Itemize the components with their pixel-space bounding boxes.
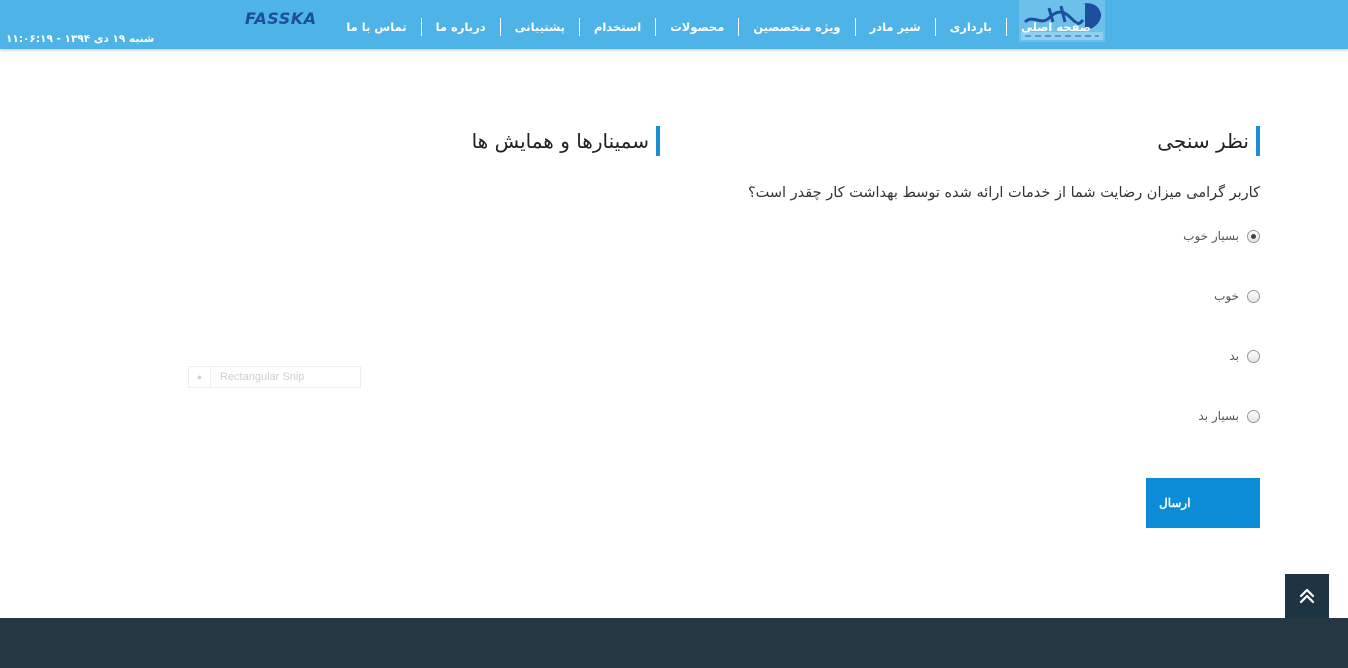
option-label: بسیار خوب xyxy=(1183,229,1239,243)
rectangular-snip-overlay[interactable]: ● Rectangular Snip xyxy=(188,366,361,388)
nav-item-contact[interactable]: تماس با ما xyxy=(332,17,420,37)
submit-button[interactable]: ارسال xyxy=(1146,478,1260,528)
poll-option-good[interactable]: خوب xyxy=(1214,289,1260,303)
poll-option-very-good[interactable]: بسیار خوب xyxy=(1183,229,1260,243)
nav-item-specialists[interactable]: ویژه متخصصین xyxy=(739,17,854,37)
nav-separator xyxy=(655,18,657,36)
option-label: خوب xyxy=(1214,289,1239,303)
snip-icon: ● xyxy=(189,367,211,387)
nav-separator xyxy=(934,18,936,36)
main-nav: صفحه اصلی بارداری شیر مادر ویژه متخصصین … xyxy=(332,17,1105,37)
nav-separator xyxy=(579,18,580,36)
poll-title: نظر سنجی xyxy=(1157,126,1260,156)
nav-item-products[interactable]: محصولات xyxy=(656,17,738,37)
nav-separator xyxy=(738,18,740,36)
nav-item-home[interactable]: صفحه اصلی xyxy=(1007,17,1105,37)
poll-option-bad[interactable]: بد xyxy=(1229,349,1260,363)
back-to-top-button[interactable] xyxy=(1285,574,1329,618)
option-label: بسیار بد xyxy=(1198,409,1239,423)
radio-bad[interactable] xyxy=(1247,349,1260,363)
option-label: بد xyxy=(1229,349,1239,363)
poll-option-very-bad[interactable]: بسیار بد xyxy=(1198,409,1260,423)
nav-separator xyxy=(854,18,856,36)
brand-fasska[interactable]: FASSKA xyxy=(245,9,317,28)
nav-item-support[interactable]: پشتیبانی xyxy=(501,17,579,37)
snip-label: Rectangular Snip xyxy=(220,371,305,383)
nav-item-pregnancy[interactable]: بارداری xyxy=(936,17,1006,37)
nav-item-about[interactable]: درباره ما xyxy=(422,17,500,37)
nav-item-breastmilk[interactable]: شیر مادر xyxy=(856,17,935,37)
nav-separator xyxy=(1005,18,1007,36)
nav-separator xyxy=(420,18,422,36)
poll-question: کاربر گرامی میزان رضایت شما از خدمات ارا… xyxy=(747,185,1260,201)
nav-separator xyxy=(499,18,501,36)
current-datetime: شنبه ۱۹ دی ۱۳۹۴ - ۱۱:۰۶:۱۹ xyxy=(6,33,155,45)
radio-very-bad[interactable] xyxy=(1247,409,1260,423)
radio-very-good[interactable] xyxy=(1247,229,1260,243)
radio-good[interactable] xyxy=(1247,289,1260,303)
site-footer xyxy=(0,618,1348,668)
site-header: صفحه اصلی بارداری شیر مادر ویژه متخصصین … xyxy=(0,0,1348,49)
submit-label: ارسال xyxy=(1159,496,1191,510)
nav-item-careers[interactable]: استخدام xyxy=(580,17,655,37)
double-chevron-up-icon xyxy=(1299,588,1315,604)
seminars-title: سمینارها و همایش ها xyxy=(472,126,660,156)
